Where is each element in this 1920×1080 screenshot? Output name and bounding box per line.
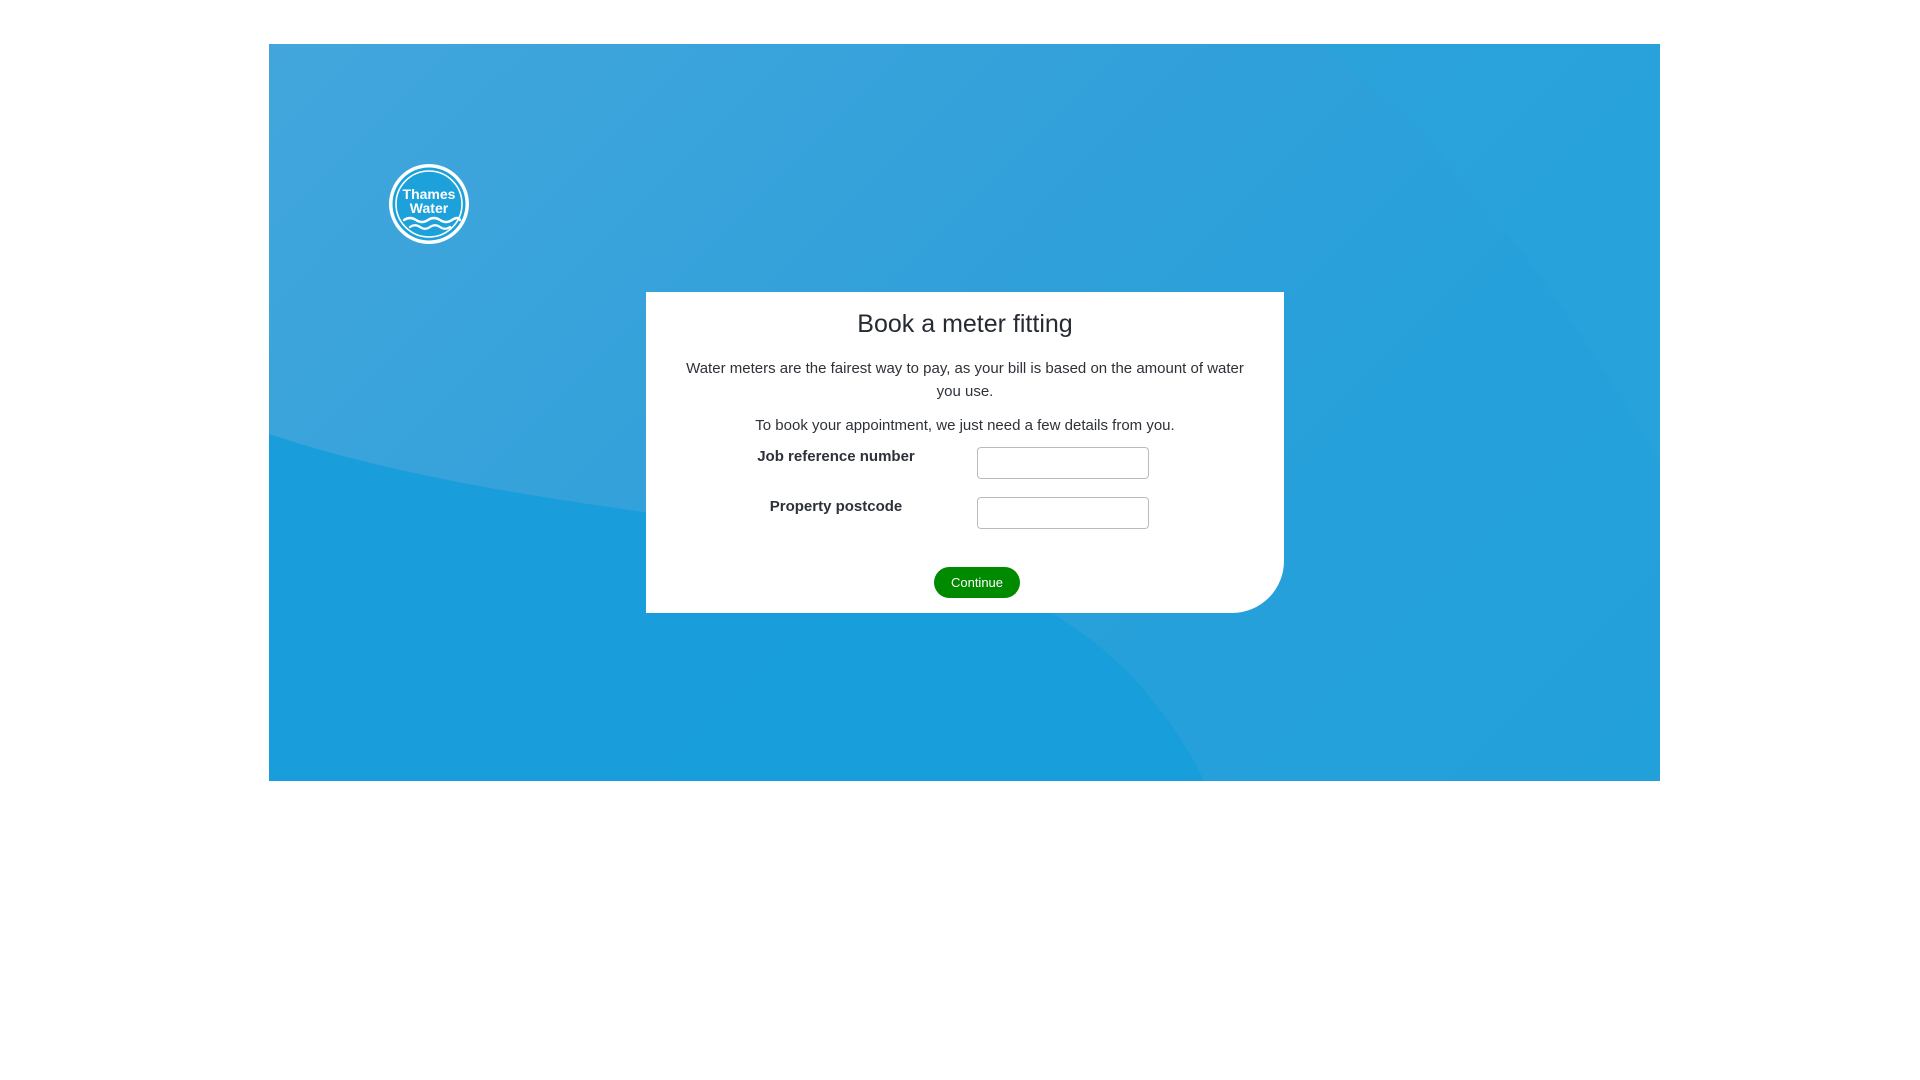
page: Thames Water Book a meter fitting Water …	[0, 0, 1920, 1080]
hero-banner: Thames Water Book a meter fitting Water …	[269, 44, 1660, 781]
postcode-input[interactable]	[977, 497, 1149, 529]
thames-water-logo[interactable]: Thames Water	[388, 163, 470, 245]
job-reference-label: Job reference number	[757, 448, 915, 465]
logo-text-water: Water	[410, 200, 449, 216]
postcode-label: Property postcode	[769, 498, 903, 515]
intro-text: Water meters are the fairest way to pay,…	[686, 360, 1244, 400]
job-reference-input[interactable]	[977, 447, 1149, 479]
continue-button[interactable]: Continue	[934, 567, 1020, 598]
booking-card: Book a meter fitting Water meters are th…	[646, 292, 1284, 613]
instructions-text: To book your appointment, we just need a…	[755, 417, 1175, 434]
page-title: Book a meter fitting	[857, 310, 1073, 338]
postcode-row: Property postcode	[646, 497, 1284, 531]
job-reference-row: Job reference number	[646, 447, 1284, 481]
